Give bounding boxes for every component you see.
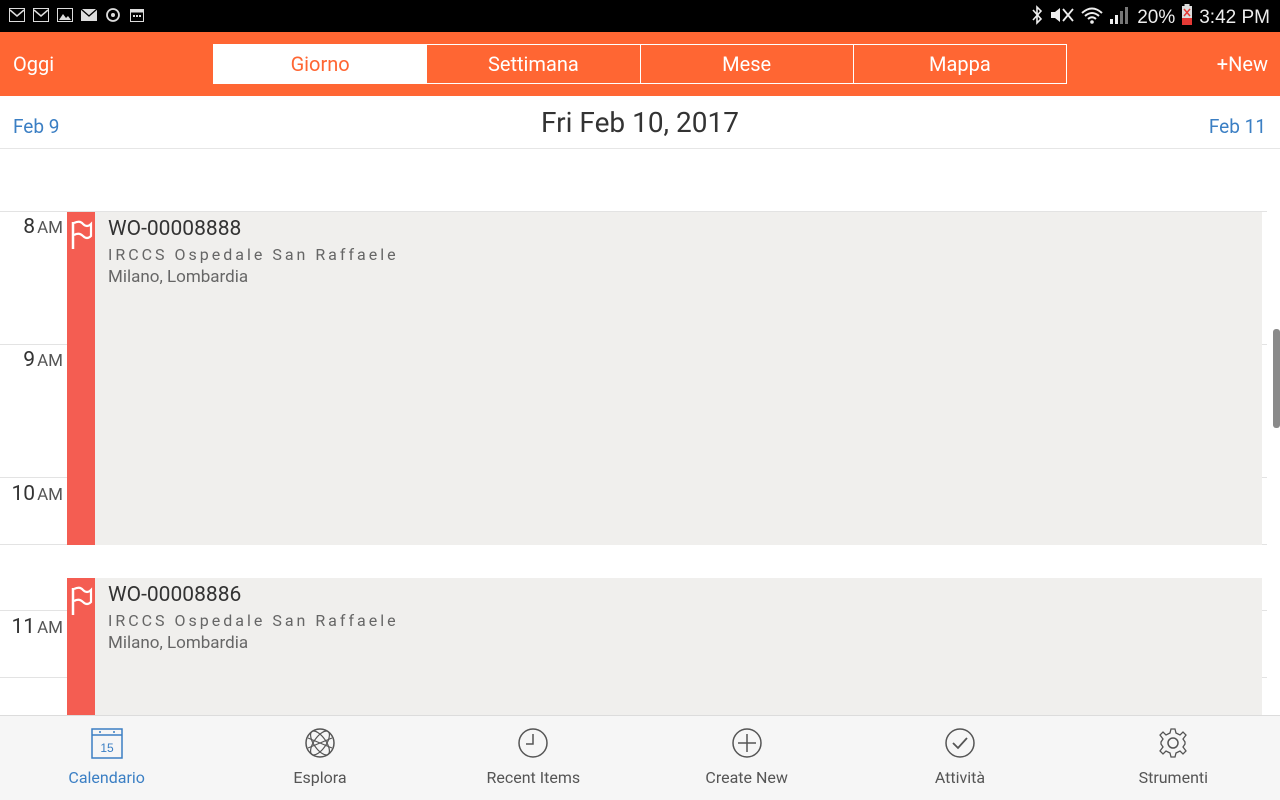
tab-settimana[interactable]: Settimana [426, 45, 639, 83]
bottom-tab-bar: 15 Calendario Esplora Recent Items Creat… [0, 715, 1280, 800]
flag-icon [71, 586, 93, 615]
nav-label: Esplora [293, 768, 347, 787]
sync-icon [104, 7, 122, 23]
date-navigator: Feb 9 Fri Feb 10, 2017 Feb 11 [0, 96, 1280, 149]
nav-attivita[interactable]: Attività [853, 716, 1066, 800]
nav-calendario[interactable]: 15 Calendario [0, 716, 213, 800]
mute-icon [1049, 5, 1075, 31]
event-color-bar [67, 212, 95, 545]
calendar-event[interactable]: WO-00008888 IRCCS Ospedale San Raffaele … [67, 212, 1262, 545]
hour-label-10: 10 AM [11, 482, 63, 506]
view-switcher: Giorno Settimana Mese Mappa [213, 44, 1067, 84]
tab-mese[interactable]: Mese [639, 45, 853, 83]
calendar-event[interactable]: WO-00008886 IRCCS Ospedale San Raffaele … [67, 578, 1262, 715]
scrollbar[interactable] [1273, 329, 1280, 428]
event-title: WO-00008888 [108, 217, 242, 241]
signal-icon [1109, 5, 1131, 31]
tab-mappa[interactable]: Mappa [852, 45, 1066, 83]
globe-icon [305, 728, 335, 758]
current-date-title: Fri Feb 10, 2017 [541, 106, 739, 139]
flag-icon [71, 220, 93, 249]
event-account: IRCCS Ospedale San Raffaele [108, 611, 399, 630]
check-circle-icon [945, 728, 975, 758]
event-location: Milano, Lombardia [108, 267, 249, 287]
nav-label: Calendario [68, 768, 145, 787]
system-indicators: 20% 3:42 PM [1031, 4, 1270, 32]
tab-giorno[interactable]: Giorno [214, 45, 427, 83]
android-status-bar: 20% 3:42 PM [0, 0, 1280, 32]
image-icon [56, 7, 74, 23]
gmail-icon [32, 7, 50, 23]
hour-label-9: 9 AM [23, 348, 63, 372]
battery-percent: 20% [1137, 7, 1176, 28]
plus-circle-icon [731, 728, 762, 758]
bluetooth-icon [1031, 5, 1043, 31]
nav-recent-items[interactable]: Recent Items [427, 716, 640, 800]
nav-strumenti[interactable]: Strumenti [1067, 716, 1280, 800]
event-title: WO-00008886 [108, 583, 242, 607]
new-event-button[interactable]: +New [1217, 52, 1268, 76]
nav-create-new[interactable]: Create New [640, 716, 853, 800]
svg-text:15: 15 [100, 741, 114, 755]
notification-icons [8, 7, 146, 23]
day-schedule[interactable]: 8 AM 9 AM 10 AM 11 AM WO-00008888 IRCCS Ospe… [0, 149, 1280, 715]
today-button[interactable]: Oggi [13, 52, 54, 76]
hour-label-11: 11 AM [11, 615, 63, 639]
next-day-link[interactable]: Feb 11 [1209, 115, 1266, 138]
nav-label: Recent Items [486, 768, 581, 787]
clock-icon [518, 728, 549, 758]
nav-esplora[interactable]: Esplora [213, 716, 426, 800]
calendar-icon: 15 [90, 728, 123, 759]
nav-label: Strumenti [1138, 768, 1209, 787]
nav-label: Attività [934, 768, 986, 787]
nav-label: Create New [705, 768, 788, 787]
gear-icon [1159, 728, 1188, 758]
gmail-icon [8, 7, 26, 23]
wifi-icon [1081, 5, 1103, 31]
calendar-toolbar: Oggi Giorno Settimana Mese Mappa +New [0, 32, 1280, 96]
calendar-icon [128, 7, 146, 23]
hour-label-8: 8 AM [23, 215, 63, 239]
clock: 3:42 PM [1199, 7, 1270, 28]
mail-icon [80, 7, 98, 23]
event-account: IRCCS Ospedale San Raffaele [108, 245, 399, 264]
battery-icon [1181, 4, 1193, 32]
event-location: Milano, Lombardia [108, 633, 249, 653]
